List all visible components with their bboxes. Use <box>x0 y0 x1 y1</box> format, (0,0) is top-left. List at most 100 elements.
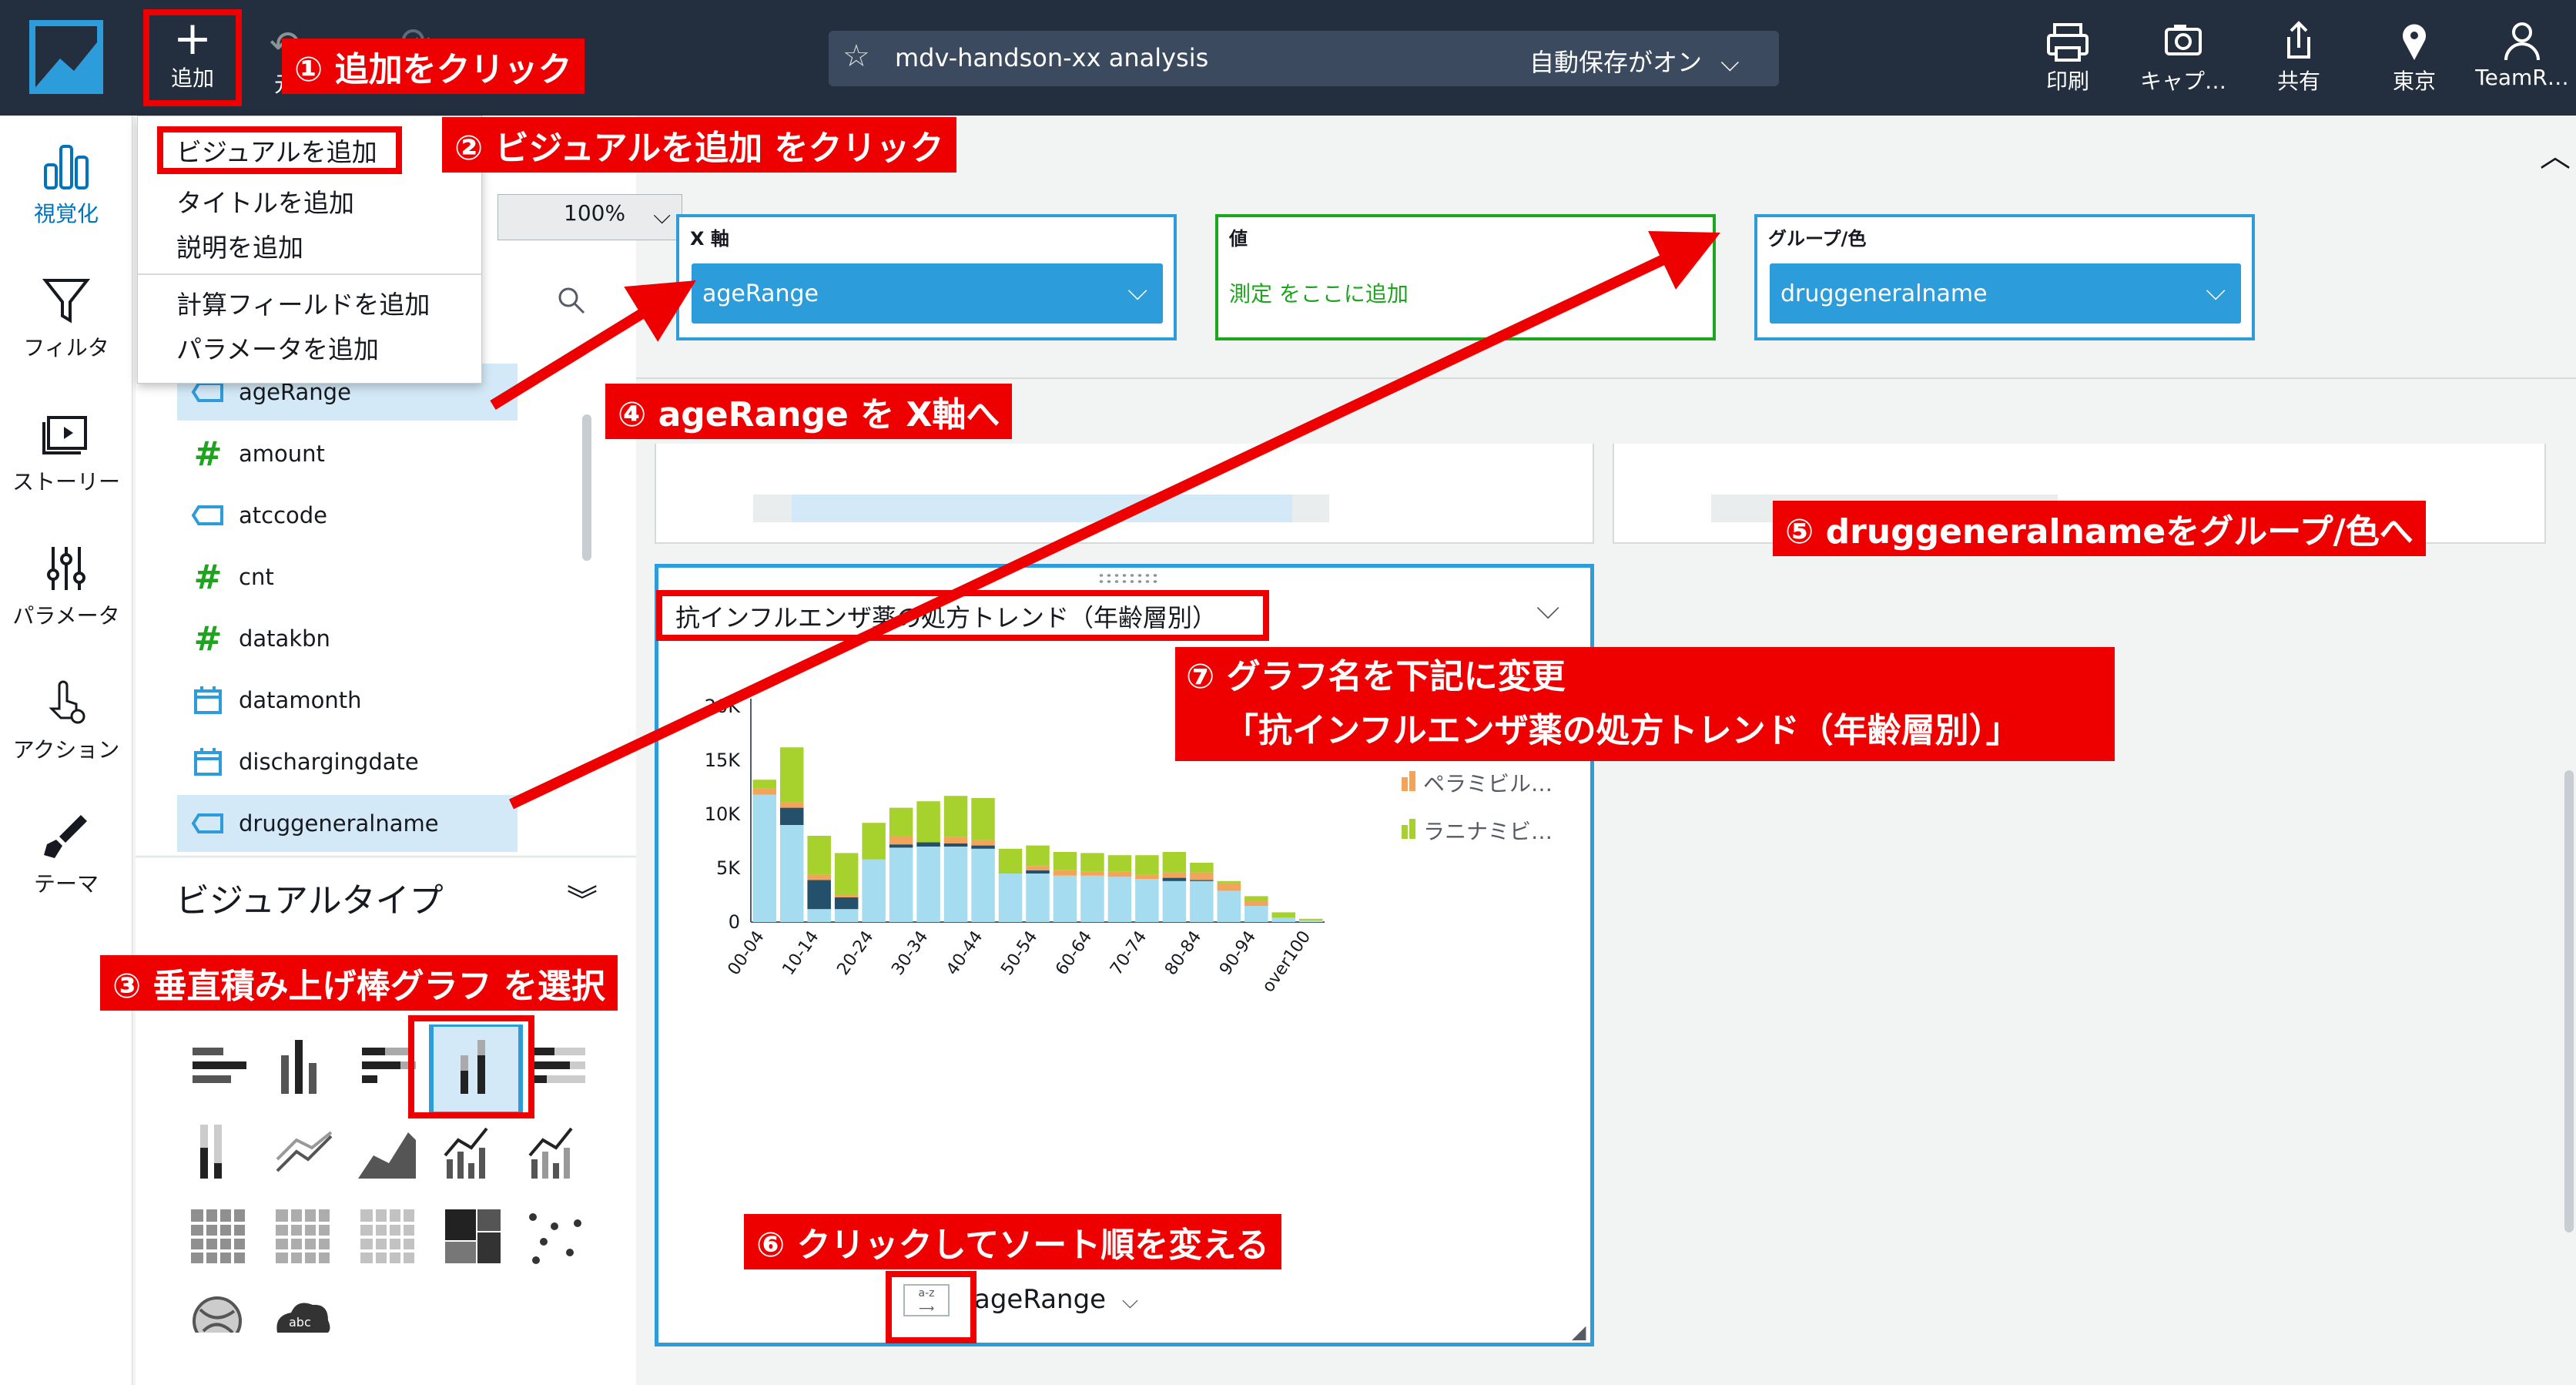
bar-segment <box>1135 879 1159 922</box>
user-icon <box>2504 22 2540 61</box>
brush-icon <box>44 815 87 858</box>
vertical-100-bar-icon[interactable] <box>200 1125 222 1179</box>
nav-themes[interactable]: テーマ <box>0 812 132 898</box>
bar-segment <box>779 807 804 825</box>
value-well[interactable]: 値 測定 をここに追加 <box>1215 214 1716 340</box>
x-tick-label: 50-54 <box>997 927 1041 979</box>
analysis-title-bar[interactable]: ☆ mdv-handson-xx analysis 自動保存がオン ⌵ <box>829 31 1779 86</box>
horizontal-bar-icon[interactable] <box>193 1048 246 1083</box>
bar-segment <box>943 847 968 922</box>
field-item-druggeneralname[interactable]: druggeneralname <box>177 795 518 852</box>
field-list-scrollbar[interactable] <box>582 414 591 561</box>
combo-line-bar-icon[interactable] <box>444 1127 488 1179</box>
bar-segment <box>807 836 831 875</box>
bar-segment <box>1053 875 1077 922</box>
dimension-icon <box>177 381 239 403</box>
resize-handle-icon[interactable]: ◢ <box>1572 1321 1586 1343</box>
x-axis-field-label[interactable]: ageRange ⌵ <box>974 1284 1138 1315</box>
wells-divider <box>636 377 2576 379</box>
bar-segment <box>1190 872 1214 880</box>
bar-segment <box>752 780 776 789</box>
field-name: datakbn <box>239 625 330 652</box>
geo-map-icon[interactable] <box>193 1296 242 1333</box>
bar-segment <box>1026 874 1050 922</box>
share-button[interactable]: 共有 <box>2256 18 2341 96</box>
bar-chart-icon <box>44 145 89 189</box>
visual-card-left-top[interactable] <box>655 444 1594 544</box>
quicksight-logo[interactable] <box>29 20 103 94</box>
chevron-down-icon: ⌵ <box>1121 1288 1139 1313</box>
field-item-datamonth[interactable]: datamonth <box>177 672 524 729</box>
zoom-level[interactable]: 100% <box>564 200 625 226</box>
vertical-bar-icon[interactable] <box>281 1040 317 1094</box>
scroll-thumb[interactable] <box>792 495 1292 522</box>
annotation-step-1: ① 追加をクリック <box>282 39 585 94</box>
group-field-pill[interactable]: druggeneralname ⌵ <box>1770 263 2241 324</box>
legend-label: ラニナミビ… <box>1423 819 1553 844</box>
scroll-track[interactable] <box>753 495 1329 522</box>
print-button[interactable]: 印刷 <box>2025 18 2110 96</box>
y-tick-label: 10K <box>705 803 742 825</box>
word-cloud-icon-text: abc <box>289 1315 311 1330</box>
field-name: atccode <box>239 502 328 528</box>
field-item-dischargingdate[interactable]: dischargingdate <box>177 733 524 790</box>
region-button[interactable]: 東京 <box>2372 18 2457 96</box>
x-axis-field-name: ageRange <box>974 1284 1107 1315</box>
bar-segment <box>1107 877 1132 922</box>
favorite-star-icon[interactable]: ☆ <box>842 39 870 74</box>
bar-segment <box>834 895 859 897</box>
nav-filter[interactable]: フィルタ <box>0 276 132 362</box>
field-item-amount[interactable]: # amount <box>177 425 524 482</box>
heat-map-icon[interactable] <box>360 1209 414 1263</box>
tree-map-icon[interactable] <box>445 1209 501 1263</box>
nav-actions[interactable]: アクション <box>0 678 132 764</box>
visual-menu-chevron-icon[interactable]: ⌵ <box>1536 591 1559 626</box>
nav-visualize[interactable]: 視覚化 <box>0 142 132 228</box>
x-axis-field-pill[interactable]: ageRange ⌵ <box>692 263 1163 324</box>
bar-segment <box>998 874 1023 922</box>
bar-segment <box>834 897 859 910</box>
x-tick-label: 20-24 <box>833 927 877 979</box>
bar-segment <box>916 801 940 843</box>
field-name: cnt <box>239 564 274 590</box>
measure-icon: # <box>193 557 223 597</box>
x-axis-well[interactable]: X 軸 ageRange ⌵ <box>676 214 1177 340</box>
bar-segment <box>807 874 831 880</box>
field-item-datakbn[interactable]: # datakbn <box>177 610 524 667</box>
bar-segment <box>1217 890 1241 922</box>
field-item-cnt[interactable]: # cnt <box>177 548 524 605</box>
legend-swatch <box>1402 825 1408 839</box>
collapse-wells-chevron-icon[interactable]: ︿ <box>2540 131 2571 176</box>
canvas-scrollbar[interactable] <box>2564 770 2574 1232</box>
bar-segment <box>834 909 859 922</box>
group-color-well[interactable]: グループ/色 druggeneralname ⌵ <box>1754 214 2255 340</box>
table-icon[interactable] <box>276 1209 330 1263</box>
nav-story-label: ストーリー <box>12 469 120 495</box>
autosave-dropdown[interactable]: 自動保存がオン ⌵ <box>1529 43 1739 79</box>
drag-handle-icon[interactable] <box>1097 572 1159 585</box>
x-tick-label: 80-84 <box>1161 927 1205 979</box>
legend-swatch <box>1402 777 1408 791</box>
scatter-plot-icon[interactable] <box>529 1213 581 1264</box>
collapse-chevron-icon[interactable]: ︾ <box>567 876 598 921</box>
field-item-atccode[interactable]: atccode <box>177 487 524 544</box>
menu-item-add-calculated-field[interactable]: 計算フィールドを追加 <box>176 284 430 321</box>
user-menu-button[interactable]: TeamR… <box>2472 18 2572 90</box>
bar-segment <box>916 847 940 922</box>
menu-item-add-title[interactable]: タイトルを追加 <box>176 183 354 220</box>
menu-item-add-parameter[interactable]: パラメータを追加 <box>176 329 379 366</box>
parameter-icon <box>47 547 85 590</box>
x-tick-label: 70-74 <box>1107 927 1151 979</box>
group-well-header: グループ/色 <box>1768 228 1867 250</box>
nav-story[interactable]: ストーリー <box>0 410 132 496</box>
capture-button[interactable]: キャプ… <box>2129 18 2237 96</box>
area-chart-icon[interactable] <box>358 1132 416 1179</box>
pivot-table-icon[interactable] <box>191 1209 245 1263</box>
horizontal-100-bar-icon[interactable] <box>531 1048 585 1083</box>
line-chart-icon[interactable] <box>276 1131 333 1172</box>
menu-item-add-description[interactable]: 説明を追加 <box>176 227 303 264</box>
combo-clustered-bar-icon[interactable] <box>528 1127 573 1179</box>
nav-parameters[interactable]: パラメータ <box>0 544 132 630</box>
chevron-down-icon: ⌵ <box>1127 276 1147 307</box>
field-search-icon[interactable] <box>556 285 587 319</box>
